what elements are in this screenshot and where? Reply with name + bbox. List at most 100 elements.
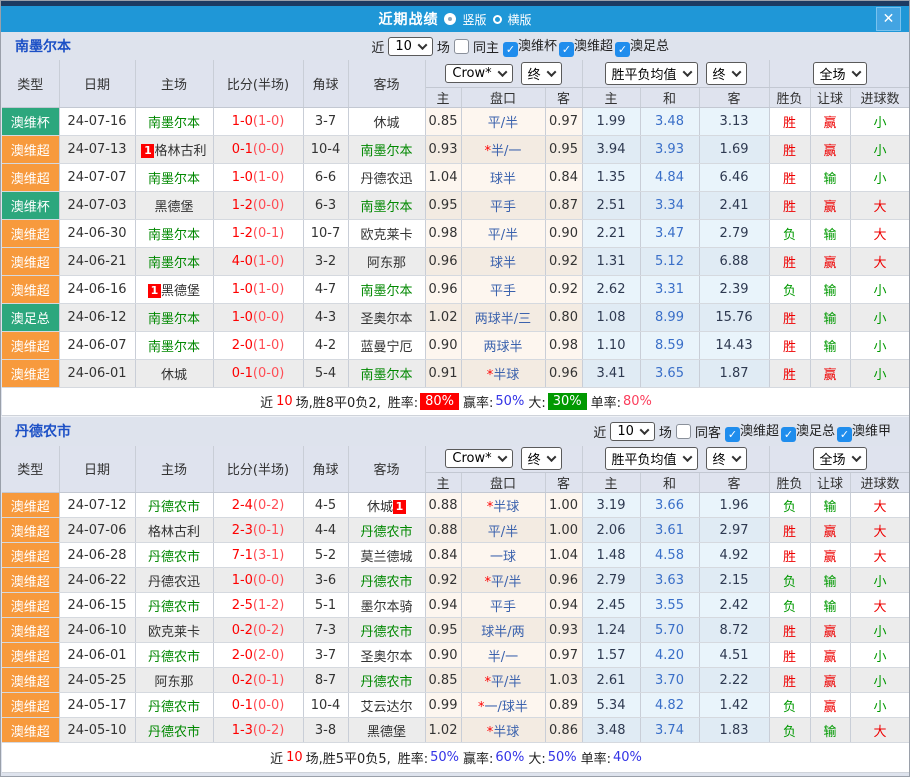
- euro-home-odds: 2.06: [582, 518, 640, 543]
- europe-state-select[interactable]: 终: [706, 447, 747, 470]
- same-home-checkbox[interactable]: [454, 39, 469, 54]
- goals-result: 大: [850, 543, 910, 568]
- vertical-layout-label[interactable]: 竖版: [462, 11, 486, 28]
- team-name: 南墨尔本: [15, 36, 71, 56]
- team-summary: 近10场,胜5平0负5, 胜率:50%赢率:60%大:50%单率:40%: [2, 743, 910, 773]
- win-loss-result: 负: [769, 275, 810, 303]
- europe-odds-select[interactable]: 胜平负均值: [605, 447, 698, 470]
- asian-away-odds: 0.97: [545, 643, 582, 668]
- win-loss-result: 负: [769, 219, 810, 247]
- corner-score: 3-7: [303, 643, 348, 668]
- filter-bar: 近 10 场 同主 澳维杯 澳维超 澳足总: [371, 35, 671, 57]
- asian-away-odds: 0.92: [545, 275, 582, 303]
- score: 0-2(0-1): [213, 668, 303, 693]
- asian-handicap: 球半/两: [461, 618, 545, 643]
- europe-state-select[interactable]: 终: [706, 62, 747, 85]
- corner-score: 5-1: [303, 593, 348, 618]
- league-type-badge: 澳维超: [2, 331, 59, 359]
- euro-home-odds: 2.62: [582, 275, 640, 303]
- close-icon[interactable]: ✕: [876, 7, 901, 31]
- asian-home-odds: 0.85: [425, 107, 461, 135]
- home-team: 黑德堡: [135, 191, 213, 219]
- away-team: 蓝曼宁厄: [348, 331, 425, 359]
- scope-select[interactable]: 全场: [813, 62, 867, 85]
- same-away-checkbox[interactable]: [676, 424, 691, 439]
- scope-select[interactable]: 全场: [813, 447, 867, 470]
- vertical-layout-radio[interactable]: [444, 13, 456, 25]
- match-date: 24-06-30: [59, 219, 135, 247]
- goals-result: 大: [850, 593, 910, 618]
- europe-odds-select[interactable]: 胜平负均值: [605, 62, 698, 85]
- euro-away-odds: 1.96: [699, 493, 769, 518]
- win-loss-result: 胜: [769, 518, 810, 543]
- score: 2-4(0-2): [213, 493, 303, 518]
- win-loss-result: 负: [769, 718, 810, 743]
- chevron-down-icon: [639, 425, 649, 435]
- euro-away-odds: 2.97: [699, 518, 769, 543]
- league-checkbox-label[interactable]: 澳维超: [740, 424, 779, 439]
- league-checkbox[interactable]: [559, 42, 574, 57]
- bookmaker-select[interactable]: Crow*: [445, 64, 512, 83]
- matches-label: 场: [437, 37, 450, 56]
- asian-away-odds: 0.89: [545, 693, 582, 718]
- league-checkbox[interactable]: [781, 427, 796, 442]
- asian-handicap: *平/半: [461, 668, 545, 693]
- match-date: 24-06-07: [59, 331, 135, 359]
- asian-handicap: *半/一: [461, 135, 545, 163]
- euro-away-odds: 6.88: [699, 247, 769, 275]
- same-home-label[interactable]: 同主: [473, 37, 499, 56]
- league-checkbox-label[interactable]: 澳维甲: [852, 424, 891, 439]
- away-team: 丹德农市: [348, 568, 425, 593]
- handicap-result: 赢: [810, 247, 850, 275]
- chevron-down-icon: [682, 452, 692, 462]
- filter-bar: 近 10 场 同客 澳维超澳足总澳维甲: [593, 420, 893, 442]
- match-row: 澳维杯24-07-16南墨尔本1-0(1-0)3-7休城0.85平/半0.971…: [2, 107, 910, 135]
- col-handicap: 盘口: [461, 87, 545, 107]
- match-count-select[interactable]: 10: [610, 422, 655, 441]
- asian-away-odds: 0.86: [545, 718, 582, 743]
- euro-draw-odds: 3.70: [640, 668, 699, 693]
- home-team: 丹德农迅: [135, 568, 213, 593]
- match-count-select[interactable]: 10: [388, 37, 433, 56]
- euro-home-odds: 1.24: [582, 618, 640, 643]
- league-type-badge: 澳维杯: [2, 191, 59, 219]
- match-row: 澳维超24-07-131格林古利0-1(0-0)10-4南墨尔本0.93*半/一…: [2, 135, 910, 163]
- league-checkbox-label[interactable]: 澳维超: [574, 39, 613, 54]
- win-loss-result: 胜: [769, 163, 810, 191]
- same-away-label[interactable]: 同客: [695, 422, 721, 441]
- match-date: 24-06-01: [59, 643, 135, 668]
- league-checkbox[interactable]: [615, 42, 630, 57]
- handicap-result: 赢: [810, 618, 850, 643]
- col-asian-away: 客: [545, 87, 582, 107]
- win-loss-result: 胜: [769, 331, 810, 359]
- asian-home-odds: 0.98: [425, 219, 461, 247]
- win-loss-result: 胜: [769, 303, 810, 331]
- league-checkbox-label[interactable]: 澳足总: [796, 424, 835, 439]
- match-row: 澳足总24-06-12南墨尔本1-0(0-0)4-3圣奥尔本1.02两球半/三0…: [2, 303, 910, 331]
- league-checkbox-label[interactable]: 澳足总: [630, 39, 669, 54]
- summary-stat: 单率:40%: [581, 748, 642, 767]
- win-loss-result: 胜: [769, 668, 810, 693]
- away-team-section: 丹德农市 近 10 场 同客 澳维超澳足总澳维甲 类型 日期: [1, 416, 909, 774]
- euro-draw-odds: 8.99: [640, 303, 699, 331]
- horizontal-layout-label[interactable]: 横版: [508, 11, 532, 28]
- horizontal-layout-radio[interactable]: [493, 15, 502, 24]
- home-team: 南墨尔本: [135, 219, 213, 247]
- league-checkbox[interactable]: [725, 427, 740, 442]
- euro-away-odds: 2.39: [699, 275, 769, 303]
- league-checkbox[interactable]: [503, 42, 518, 57]
- away-team: 欧克莱卡: [348, 219, 425, 247]
- league-checkbox[interactable]: [837, 427, 852, 442]
- euro-home-odds: 1.31: [582, 247, 640, 275]
- odds-state-select[interactable]: 终: [521, 62, 562, 85]
- col-euro-away: 客: [699, 473, 769, 493]
- euro-draw-odds: 3.48: [640, 107, 699, 135]
- near-label: 近: [371, 37, 384, 56]
- asian-home-odds: 0.99: [425, 693, 461, 718]
- bookmaker-select[interactable]: Crow*: [445, 449, 512, 468]
- odds-state-select[interactable]: 终: [521, 447, 562, 470]
- col-score: 比分(半场): [213, 60, 303, 107]
- goals-result: 大: [850, 518, 910, 543]
- corner-score: 7-3: [303, 618, 348, 643]
- league-checkbox-label[interactable]: 澳维杯: [518, 39, 557, 54]
